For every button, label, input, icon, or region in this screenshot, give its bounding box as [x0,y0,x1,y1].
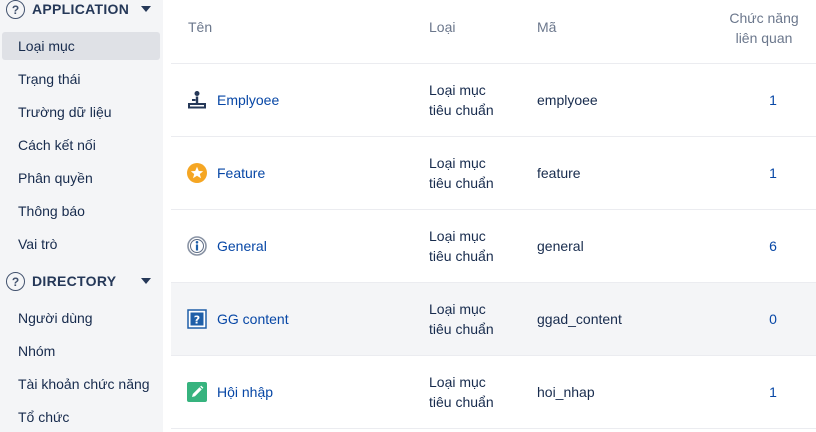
row-related-count[interactable]: 1 [761,384,785,400]
question-square-icon: ? [187,309,207,329]
sidebar-item-nguoi-dung[interactable]: Người dùng [2,304,160,332]
row-type-line1: Loại mục [429,82,486,98]
table-row[interactable]: Emplyoee Loại mục tiêu chuẩn emplyoee 1 [171,64,816,137]
row-name-link[interactable]: Feature [217,165,265,181]
row-related-count[interactable]: 6 [761,238,785,254]
row-type-line2: tiêu chuẩn [429,394,494,410]
row-type-line2: tiêu chuẩn [429,102,494,118]
sidebar-item-tai-khoan-chuc-nang[interactable]: Tài khoản chức năng [2,370,160,398]
help-circle-icon: ? [6,272,25,291]
sidebar-item-vai-tro[interactable]: Vai trò [2,230,160,258]
sidebar-item-cach-ket-noi[interactable]: Cách kết nối [2,131,160,159]
caret-down-icon[interactable] [141,278,151,284]
table-row[interactable]: Feature Loại mục tiêu chuẩn feature 1 [171,137,816,210]
column-header-name: Tên [188,19,213,35]
row-name-link[interactable]: General [217,238,267,254]
row-type-line1: Loại mục [429,374,486,390]
row-type-line1: Loại mục [429,228,486,244]
help-circle-icon: ? [6,0,25,19]
section-directory[interactable]: ? DIRECTORY [0,270,163,294]
sidebar-item-truong-du-lieu[interactable]: Trường dữ liệu [2,98,160,126]
sidebar-item-thong-bao[interactable]: Thông báo [2,197,160,225]
row-type-line2: tiêu chuẩn [429,175,494,191]
row-related-count[interactable]: 0 [761,311,785,327]
sidebar-item-loai-muc[interactable]: Loại mục [2,32,160,60]
table-row[interactable]: General Loại mục tiêu chuẩn general 6 [171,210,816,283]
table-row[interactable]: ? GG content Loại mục tiêu chuẩn ggad_co… [171,283,816,356]
row-type-line2: tiêu chuẩn [429,248,494,264]
row-type: Loại mục tiêu chuẩn [429,80,529,120]
sidebar: ? APPLICATION Loại mục Trạng thái Trường… [0,0,163,432]
table-header: Tên Loại Mã Chức năng liên quan [171,0,816,64]
row-name-link[interactable]: GG content [217,311,289,327]
star-icon [187,163,207,183]
row-related-count[interactable]: 1 [761,92,785,108]
sidebar-item-phan-quyen[interactable]: Phân quyền [2,164,160,192]
sidebar-item-to-chuc[interactable]: Tổ chức [2,403,160,431]
column-header-related-line2: liên quan [735,30,793,46]
row-name-link[interactable]: Emplyoee [217,92,279,108]
svg-text:?: ? [194,314,200,327]
sidebar-item-nhom[interactable]: Nhóm [2,337,160,365]
column-header-related-line1: Chức năng [729,10,799,26]
row-type-line2: tiêu chuẩn [429,321,494,337]
row-key: feature [537,165,581,181]
row-type: Loại mục tiêu chuẩn [429,226,529,266]
row-name-link[interactable]: Hội nhập [217,384,273,400]
row-type-line1: Loại mục [429,155,486,171]
section-title: APPLICATION [32,1,130,17]
column-header-type: Loại [429,19,456,35]
section-application[interactable]: ? APPLICATION [0,0,163,22]
column-header-key: Mã [537,19,557,35]
employee-icon [187,90,207,110]
row-key: hoi_nhap [537,384,595,400]
row-key: emplyoee [537,92,598,108]
row-type-line1: Loại mục [429,301,486,317]
row-related-count[interactable]: 1 [761,165,785,181]
row-key: general [537,238,584,254]
caret-down-icon[interactable] [141,6,151,12]
row-key: ggad_content [537,311,622,327]
table-row[interactable]: Hội nhập Loại mục tiêu chuẩn hoi_nhap 1 [171,356,816,429]
row-type: Loại mục tiêu chuẩn [429,153,529,193]
row-type: Loại mục tiêu chuẩn [429,372,529,412]
section-title: DIRECTORY [32,273,117,289]
row-type: Loại mục tiêu chuẩn [429,299,529,339]
info-icon [187,236,207,256]
sidebar-item-trang-thai[interactable]: Trạng thái [2,65,160,93]
edit-icon [187,382,207,402]
issue-types-table: Tên Loại Mã Chức năng liên quan Emplyoee… [171,0,816,432]
column-header-related: Chức năng liên quan [724,8,804,48]
